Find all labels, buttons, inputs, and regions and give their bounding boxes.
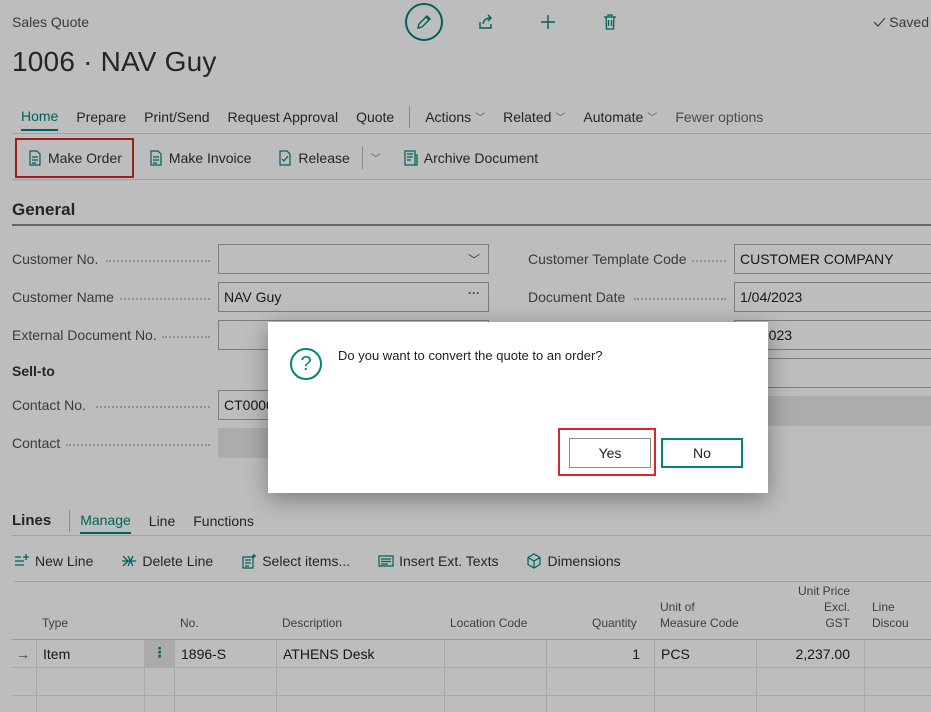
yes-button[interactable]: Yes bbox=[569, 438, 651, 468]
sales-quote-page: Sales Quote 1006 · NAV Guy Saved Home Pr… bbox=[0, 0, 931, 712]
dialog-message: Do you want to convert the quote to an o… bbox=[338, 348, 603, 363]
question-icon: ? bbox=[290, 348, 322, 380]
confirm-dialog: ? Do you want to convert the quote to an… bbox=[268, 322, 768, 493]
no-button[interactable]: No bbox=[661, 438, 743, 468]
